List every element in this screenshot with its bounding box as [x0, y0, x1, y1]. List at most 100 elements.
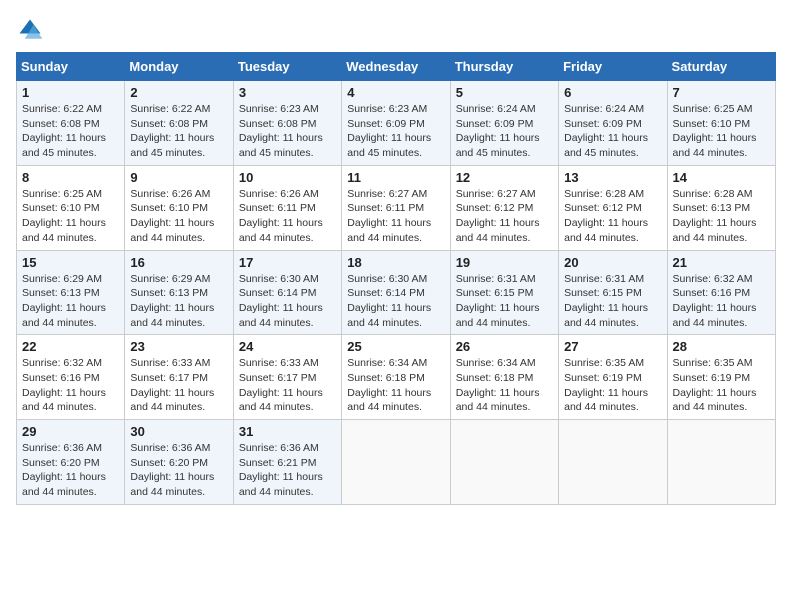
- day-number: 15: [22, 255, 119, 270]
- day-info: Sunrise: 6:25 AMSunset: 6:10 PMDaylight:…: [22, 187, 119, 246]
- day-number: 29: [22, 424, 119, 439]
- day-info: Sunrise: 6:33 AMSunset: 6:17 PMDaylight:…: [130, 356, 227, 415]
- calendar-cell: 8Sunrise: 6:25 AMSunset: 6:10 PMDaylight…: [17, 165, 125, 250]
- calendar-cell: 6 Sunrise: 6:24 AMSunset: 6:09 PMDaylight…: [559, 81, 667, 166]
- day-number: 9: [130, 170, 227, 185]
- calendar-cell: 26 Sunrise: 6:34 AMSunset: 6:18 PMDayligh…: [450, 335, 558, 420]
- calendar-week-row: 8Sunrise: 6:25 AMSunset: 6:10 PMDaylight…: [17, 165, 776, 250]
- day-info: Sunrise: 6:35 AMSunset: 6:19 PMDaylight:…: [673, 356, 770, 415]
- day-number: 10: [239, 170, 336, 185]
- calendar-cell: 30 Sunrise: 6:36 AMSunset: 6:20 PMDayligh…: [125, 420, 233, 505]
- day-number: 1: [22, 85, 119, 100]
- day-number: 2: [130, 85, 227, 100]
- day-info: Sunrise: 6:26 AMSunset: 6:10 PMDaylight:…: [130, 187, 227, 246]
- weekday-header: Sunday: [17, 53, 125, 81]
- day-number: 5: [456, 85, 553, 100]
- calendar-cell: 1 Sunrise: 6:22 AMSunset: 6:08 PMDaylight…: [17, 81, 125, 166]
- calendar-cell: 27 Sunrise: 6:35 AMSunset: 6:19 PMDayligh…: [559, 335, 667, 420]
- calendar-table: SundayMondayTuesdayWednesdayThursdayFrid…: [16, 52, 776, 505]
- calendar-cell: 20Sunrise: 6:31 AMSunset: 6:15 PMDayligh…: [559, 250, 667, 335]
- calendar-cell: 17 Sunrise: 6:30 AMSunset: 6:14 PMDayligh…: [233, 250, 341, 335]
- calendar-week-row: 22 Sunrise: 6:32 AMSunset: 6:16 PMDayligh…: [17, 335, 776, 420]
- page-header: [16, 16, 776, 44]
- calendar-week-row: 1 Sunrise: 6:22 AMSunset: 6:08 PMDaylight…: [17, 81, 776, 166]
- day-number: 6: [564, 85, 661, 100]
- day-info: Sunrise: 6:31 AMSunset: 6:15 PMDaylight:…: [456, 272, 553, 331]
- calendar-week-row: 15 Sunrise: 6:29 AMSunset: 6:13 PMDayligh…: [17, 250, 776, 335]
- day-number: 3: [239, 85, 336, 100]
- day-info: Sunrise: 6:30 AMSunset: 6:14 PMDaylight:…: [347, 272, 444, 331]
- calendar-cell: 31 Sunrise: 6:36 AMSunset: 6:21 PMDayligh…: [233, 420, 341, 505]
- calendar-cell: 7Sunrise: 6:25 AMSunset: 6:10 PMDaylight…: [667, 81, 775, 166]
- day-info: Sunrise: 6:27 AMSunset: 6:11 PMDaylight:…: [347, 187, 444, 246]
- calendar-cell: 9 Sunrise: 6:26 AMSunset: 6:10 PMDaylight…: [125, 165, 233, 250]
- calendar-cell: [450, 420, 558, 505]
- calendar-cell: 29 Sunrise: 6:36 AMSunset: 6:20 PMDayligh…: [17, 420, 125, 505]
- calendar-cell: 16 Sunrise: 6:29 AMSunset: 6:13 PMDayligh…: [125, 250, 233, 335]
- logo: [16, 16, 48, 44]
- day-number: 4: [347, 85, 444, 100]
- day-number: 22: [22, 339, 119, 354]
- calendar-cell: 10 Sunrise: 6:26 AMSunset: 6:11 PMDayligh…: [233, 165, 341, 250]
- day-info: Sunrise: 6:22 AMSunset: 6:08 PMDaylight:…: [22, 102, 119, 161]
- calendar-header-row: SundayMondayTuesdayWednesdayThursdayFrid…: [17, 53, 776, 81]
- day-number: 16: [130, 255, 227, 270]
- day-info: Sunrise: 6:29 AMSunset: 6:13 PMDaylight:…: [130, 272, 227, 331]
- calendar-cell: 18 Sunrise: 6:30 AMSunset: 6:14 PMDayligh…: [342, 250, 450, 335]
- day-number: 31: [239, 424, 336, 439]
- day-info: Sunrise: 6:30 AMSunset: 6:14 PMDaylight:…: [239, 272, 336, 331]
- day-number: 27: [564, 339, 661, 354]
- day-info: Sunrise: 6:24 AMSunset: 6:09 PMDaylight:…: [456, 102, 553, 161]
- day-number: 23: [130, 339, 227, 354]
- day-number: 14: [673, 170, 770, 185]
- weekday-header: Tuesday: [233, 53, 341, 81]
- calendar-cell: 3 Sunrise: 6:23 AMSunset: 6:08 PMDaylight…: [233, 81, 341, 166]
- calendar-cell: 4 Sunrise: 6:23 AMSunset: 6:09 PMDaylight…: [342, 81, 450, 166]
- day-info: Sunrise: 6:28 AMSunset: 6:12 PMDaylight:…: [564, 187, 661, 246]
- calendar-cell: 14 Sunrise: 6:28 AMSunset: 6:13 PMDayligh…: [667, 165, 775, 250]
- day-info: Sunrise: 6:29 AMSunset: 6:13 PMDaylight:…: [22, 272, 119, 331]
- day-info: Sunrise: 6:23 AMSunset: 6:09 PMDaylight:…: [347, 102, 444, 161]
- calendar-cell: 21 Sunrise: 6:32 AMSunset: 6:16 PMDayligh…: [667, 250, 775, 335]
- calendar-cell: 15 Sunrise: 6:29 AMSunset: 6:13 PMDayligh…: [17, 250, 125, 335]
- day-info: Sunrise: 6:36 AMSunset: 6:20 PMDaylight:…: [130, 441, 227, 500]
- day-info: Sunrise: 6:28 AMSunset: 6:13 PMDaylight:…: [673, 187, 770, 246]
- day-number: 30: [130, 424, 227, 439]
- weekday-header: Friday: [559, 53, 667, 81]
- weekday-header: Wednesday: [342, 53, 450, 81]
- calendar-cell: [342, 420, 450, 505]
- calendar-week-row: 29 Sunrise: 6:36 AMSunset: 6:20 PMDayligh…: [17, 420, 776, 505]
- day-number: 7: [673, 85, 770, 100]
- logo-icon: [16, 16, 44, 44]
- calendar-cell: [667, 420, 775, 505]
- day-info: Sunrise: 6:34 AMSunset: 6:18 PMDaylight:…: [456, 356, 553, 415]
- day-info: Sunrise: 6:34 AMSunset: 6:18 PMDaylight:…: [347, 356, 444, 415]
- calendar-cell: 5 Sunrise: 6:24 AMSunset: 6:09 PMDaylight…: [450, 81, 558, 166]
- calendar-cell: [559, 420, 667, 505]
- day-info: Sunrise: 6:23 AMSunset: 6:08 PMDaylight:…: [239, 102, 336, 161]
- day-info: Sunrise: 6:26 AMSunset: 6:11 PMDaylight:…: [239, 187, 336, 246]
- day-info: Sunrise: 6:32 AMSunset: 6:16 PMDaylight:…: [22, 356, 119, 415]
- day-info: Sunrise: 6:35 AMSunset: 6:19 PMDaylight:…: [564, 356, 661, 415]
- day-info: Sunrise: 6:36 AMSunset: 6:21 PMDaylight:…: [239, 441, 336, 500]
- day-info: Sunrise: 6:32 AMSunset: 6:16 PMDaylight:…: [673, 272, 770, 331]
- day-info: Sunrise: 6:24 AMSunset: 6:09 PMDaylight:…: [564, 102, 661, 161]
- calendar-cell: 19 Sunrise: 6:31 AMSunset: 6:15 PMDayligh…: [450, 250, 558, 335]
- calendar-cell: 12Sunrise: 6:27 AMSunset: 6:12 PMDayligh…: [450, 165, 558, 250]
- day-info: Sunrise: 6:33 AMSunset: 6:17 PMDaylight:…: [239, 356, 336, 415]
- calendar-cell: 13 Sunrise: 6:28 AMSunset: 6:12 PMDayligh…: [559, 165, 667, 250]
- day-number: 17: [239, 255, 336, 270]
- day-number: 13: [564, 170, 661, 185]
- calendar-cell: 28Sunrise: 6:35 AMSunset: 6:19 PMDayligh…: [667, 335, 775, 420]
- day-number: 26: [456, 339, 553, 354]
- day-number: 11: [347, 170, 444, 185]
- weekday-header: Thursday: [450, 53, 558, 81]
- calendar-cell: 11 Sunrise: 6:27 AMSunset: 6:11 PMDayligh…: [342, 165, 450, 250]
- day-info: Sunrise: 6:27 AMSunset: 6:12 PMDaylight:…: [456, 187, 553, 246]
- day-number: 21: [673, 255, 770, 270]
- day-info: Sunrise: 6:22 AMSunset: 6:08 PMDaylight:…: [130, 102, 227, 161]
- day-info: Sunrise: 6:36 AMSunset: 6:20 PMDaylight:…: [22, 441, 119, 500]
- day-number: 18: [347, 255, 444, 270]
- day-number: 25: [347, 339, 444, 354]
- day-number: 19: [456, 255, 553, 270]
